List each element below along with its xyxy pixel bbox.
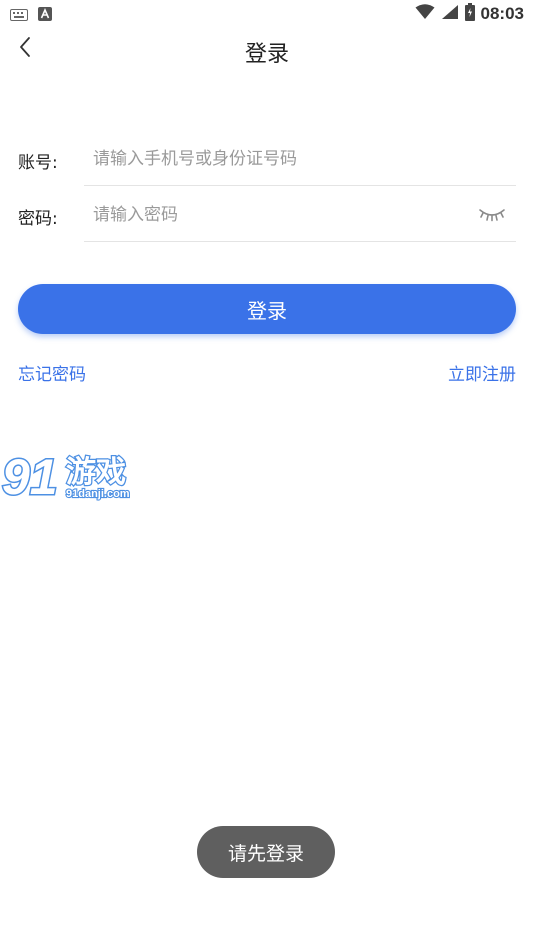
status-notifications (10, 6, 52, 25)
battery-icon (464, 3, 475, 25)
clock: 08:03 (480, 4, 524, 23)
signal-icon (441, 4, 459, 24)
toast-message: 请先登录 (197, 826, 335, 878)
account-row: 账号: (18, 132, 516, 188)
page-title: 登录 (244, 42, 289, 67)
account-input[interactable] (84, 132, 516, 186)
status-bar: 08:03 (0, 0, 534, 28)
eye-closed-icon[interactable] (478, 204, 506, 226)
password-label: 密码: (18, 209, 58, 229)
app-bar: 登录 (0, 28, 534, 76)
watermark-logo: 91 游戏 91danji.com (0, 448, 140, 508)
password-input[interactable] (84, 188, 516, 242)
status-indicators: 08:03 (415, 3, 524, 25)
register-link[interactable]: 立即注册 (448, 360, 516, 385)
keyboard-icon (10, 6, 28, 25)
watermark-brand: 游戏 (66, 455, 126, 490)
password-row: 密码: (18, 188, 516, 244)
login-button[interactable]: 登录 (18, 284, 516, 334)
wifi-icon (415, 4, 435, 24)
font-a-icon (38, 6, 52, 25)
watermark-url: 91danji.com (66, 488, 130, 500)
forgot-password-link[interactable]: 忘记密码 (18, 360, 86, 385)
account-label: 账号: (18, 153, 58, 173)
watermark-number: 91 (2, 449, 58, 505)
